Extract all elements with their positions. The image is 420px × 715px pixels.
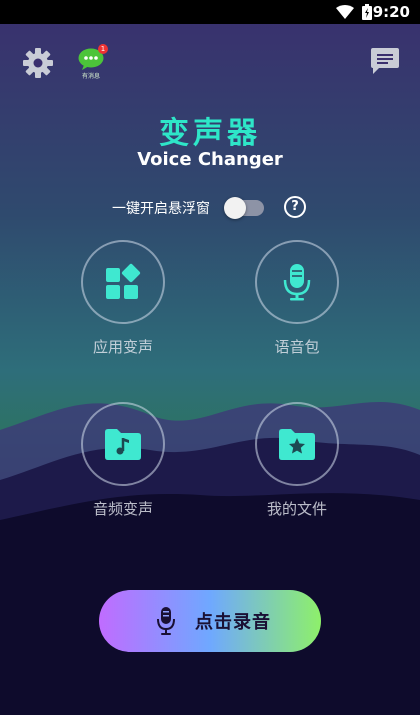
chat-badge-button[interactable]: 1 有消息	[76, 44, 110, 80]
help-icon[interactable]: ?	[284, 196, 306, 218]
apps-icon	[106, 263, 141, 299]
chat-badge-tag: 有消息	[81, 73, 100, 80]
battery-icon	[362, 4, 372, 20]
status-bar: 9:20	[0, 0, 420, 24]
microphone-icon	[157, 607, 175, 635]
toggle-knob	[224, 197, 246, 219]
feature-ring	[255, 240, 339, 324]
feature-ring	[81, 240, 165, 324]
music-folder-icon	[105, 429, 141, 460]
voice-pack-button[interactable]: 语音包	[242, 240, 352, 360]
feature-ring	[81, 402, 165, 486]
notification-count-badge: 1	[98, 44, 108, 54]
feature-ring	[255, 402, 339, 486]
wave-background	[0, 401, 420, 715]
gear-icon[interactable]	[22, 47, 54, 79]
app-title-english: Voice Changer	[137, 149, 283, 170]
status-time: 9:20	[372, 3, 410, 21]
record-button-label: 点击录音	[195, 612, 271, 633]
wifi-icon	[336, 5, 354, 19]
app-voice-change-button[interactable]: 应用变声	[68, 240, 178, 360]
message-icon[interactable]	[370, 47, 400, 75]
feature-label: 语音包	[274, 338, 320, 356]
star-folder-icon	[279, 429, 315, 460]
microphone-icon	[283, 264, 311, 301]
floating-window-label: 一键开启悬浮窗	[112, 201, 210, 217]
app-title-chinese: 变声器	[159, 116, 261, 151]
my-files-button[interactable]: 我的文件	[242, 402, 352, 522]
feature-label: 应用变声	[92, 338, 153, 356]
record-button[interactable]: 点击录音	[99, 590, 321, 652]
floating-window-row: 一键开启悬浮窗 ?	[0, 194, 420, 220]
feature-label: 音频变声	[92, 500, 153, 518]
floating-window-toggle[interactable]	[224, 197, 264, 219]
audio-voice-change-button[interactable]: 音频变声	[68, 402, 178, 522]
app-screen: 9:20 1 有消息 变声器 Voice Changer 一键开启悬浮窗 ? 应…	[0, 0, 420, 715]
feature-label: 我的文件	[266, 500, 327, 518]
